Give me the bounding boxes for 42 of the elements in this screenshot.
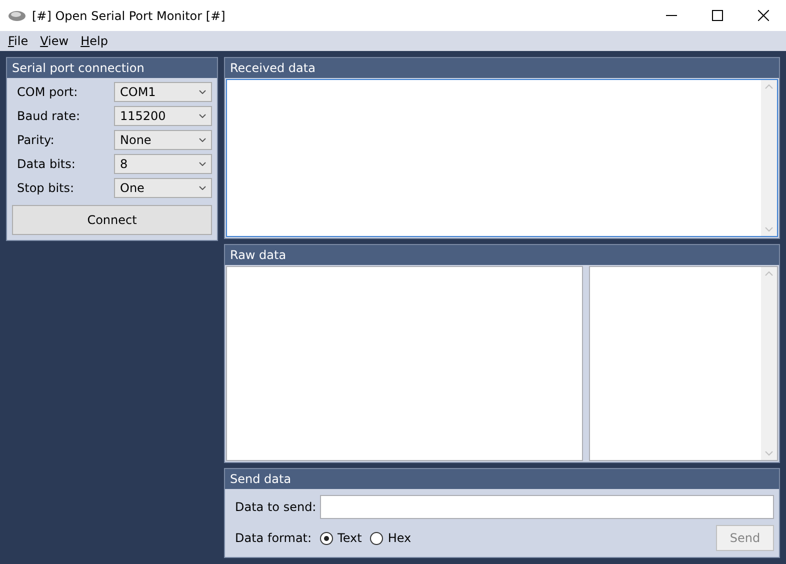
connect-button[interactable]: Connect (12, 205, 212, 235)
group-header: Serial port connection (7, 58, 217, 78)
dropdown[interactable]: 115200 (114, 106, 212, 126)
group-header: Received data (225, 58, 779, 78)
close-icon (758, 10, 768, 21)
chevron-down-icon (199, 90, 206, 94)
chevron-up-icon (765, 270, 773, 276)
field-label: Data to send: (235, 500, 316, 514)
received-text-area[interactable] (226, 79, 778, 237)
dropdown[interactable]: COM1 (114, 82, 212, 102)
input-field[interactable] (320, 495, 774, 519)
menu-item[interactable]: File (2, 34, 34, 48)
radio-option[interactable]: Text (320, 531, 362, 545)
raw-text-area[interactable] (226, 266, 583, 461)
chevron-down-icon (199, 114, 206, 118)
chevron-down-icon (199, 138, 206, 142)
chevron-down-icon (199, 162, 206, 166)
field-label: Parity: (17, 133, 54, 147)
chevron-down-icon (199, 186, 206, 190)
scrollbar[interactable] (761, 80, 777, 236)
raw-text-area[interactable] (588, 266, 778, 461)
chevron-down-icon (765, 451, 773, 456)
chevron-up-icon (765, 84, 773, 89)
window-title: [#] Open Serial Port Monitor [#] (32, 8, 226, 22)
field-label: Baud rate: (17, 109, 80, 123)
menu-item[interactable]: View (34, 34, 75, 48)
field-label: Data bits: (17, 157, 76, 171)
chevron-down-icon (765, 226, 773, 232)
maximize-icon (712, 10, 722, 21)
minimize-icon (666, 15, 676, 16)
radio-option[interactable]: Hex (370, 531, 412, 545)
dropdown[interactable]: One (114, 178, 212, 198)
app-icon (8, 10, 26, 22)
dropdown[interactable]: 8 (114, 154, 212, 174)
menu-item[interactable]: Help (74, 34, 114, 48)
group-header: Raw data (225, 244, 779, 265)
scrollbar[interactable] (761, 266, 777, 460)
group-header: Send data (225, 469, 779, 489)
field-label: Data format: (235, 531, 312, 545)
field-label: COM port: (17, 85, 78, 99)
field-label: Stop bits: (17, 181, 74, 195)
dropdown[interactable]: None (114, 130, 212, 150)
